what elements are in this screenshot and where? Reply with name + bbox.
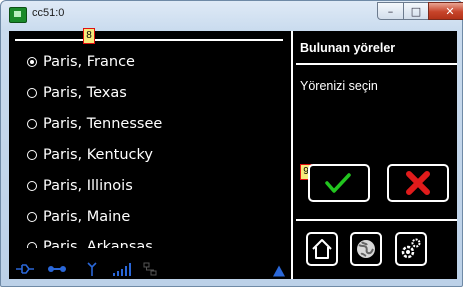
radio-icon[interactable] (27, 242, 37, 248)
panel-divider (291, 31, 293, 279)
bottom-rule (296, 219, 457, 221)
antenna-icon (87, 262, 97, 276)
radio-icon[interactable] (27, 181, 37, 191)
status-bar (9, 260, 291, 279)
panel-title-rule (296, 63, 457, 65)
app-icon (9, 7, 27, 23)
home-icon (312, 239, 332, 259)
list-item[interactable]: Paris, Kentucky (27, 143, 153, 167)
list-item[interactable]: Paris, Maine (27, 205, 130, 229)
settings-button[interactable] (395, 232, 427, 266)
radio-icon[interactable] (27, 212, 37, 222)
radio-icon[interactable] (27, 88, 37, 98)
minimize-button[interactable]: – (377, 2, 404, 20)
location-list[interactable]: Paris, France Paris, Texas Paris, Tennes… (9, 42, 284, 248)
checkmark-icon (325, 173, 351, 193)
list-item-label: Paris, Texas (43, 85, 127, 101)
device-screen: 8 Paris, France Paris, Texas Paris, Tenn… (9, 28, 457, 279)
window-title: cc51:0 (32, 7, 65, 19)
app-window: cc51:0 – □ ✕ 8 Paris, France Paris, Texa… (0, 0, 463, 287)
lan-icon (143, 262, 157, 276)
cancel-button[interactable] (387, 164, 449, 202)
list-item[interactable]: Paris, Arkansas (27, 235, 153, 248)
gears-icon (401, 238, 421, 259)
list-item-label: Paris, Kentucky (43, 147, 153, 163)
globe-icon (357, 240, 375, 258)
radio-icon[interactable] (27, 119, 37, 129)
panel-title: Bulunan yöreler (300, 41, 396, 55)
red-x-icon (406, 171, 430, 195)
panel-prompt: Yörenizi seçin (300, 79, 378, 93)
list-item-label: Paris, Tennessee (43, 116, 163, 132)
network-icon (48, 266, 66, 272)
list-item[interactable]: Paris, France (27, 50, 135, 74)
list-item[interactable]: Paris, Tennessee (27, 112, 162, 136)
signal-bars-icon (113, 263, 131, 276)
list-item[interactable]: Paris, Illinois (27, 174, 133, 198)
home-button[interactable] (306, 232, 338, 266)
title-bar[interactable]: cc51:0 – □ ✕ (1, 1, 463, 27)
list-item-label: Paris, Maine (43, 209, 131, 225)
list-top-rule (15, 39, 283, 41)
close-button[interactable]: ✕ (428, 2, 463, 20)
list-item[interactable]: Paris, Texas (27, 81, 127, 105)
radio-selected-icon[interactable] (27, 57, 37, 67)
confirm-button[interactable] (308, 164, 370, 202)
list-item-label: Paris, Arkansas (43, 239, 153, 248)
list-item-label: Paris, Illinois (43, 178, 133, 194)
maximize-button[interactable]: □ (403, 2, 429, 20)
plug-icon (16, 264, 34, 274)
globe-button[interactable] (350, 232, 382, 266)
list-item-label: Paris, France (43, 54, 135, 70)
scroll-up-arrow-icon[interactable] (273, 264, 285, 278)
radio-icon[interactable] (27, 150, 37, 160)
